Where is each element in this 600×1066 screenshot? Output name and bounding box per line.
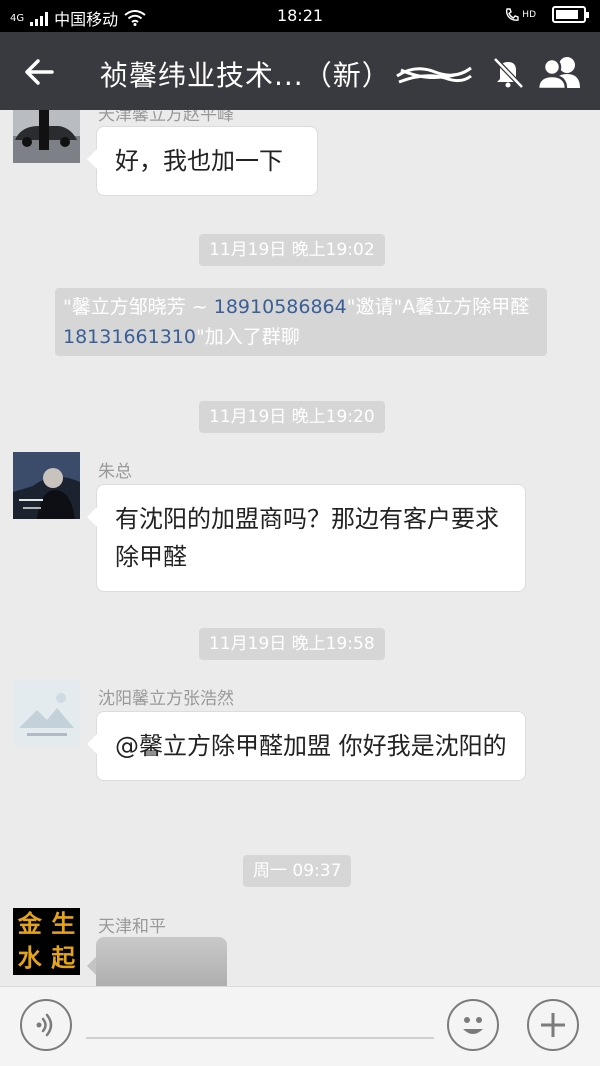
timestamp: 11月19日 晚上19:58 — [199, 628, 385, 660]
emoji-button[interactable] — [447, 999, 499, 1051]
avatar-char: 金 — [17, 910, 42, 938]
message-bubble[interactable]: 好，我也加一下 — [87, 126, 318, 196]
timestamp: 周一 09:37 — [243, 855, 352, 887]
chat-header: 祯馨纬业技术...（新） — [0, 32, 600, 110]
back-arrow-icon[interactable] — [18, 50, 62, 94]
redaction-scribble — [396, 66, 472, 84]
mute-icon[interactable] — [488, 52, 528, 92]
battery-icon — [552, 6, 589, 23]
phone-number-link[interactable]: 18910586864 — [214, 296, 347, 318]
voice-icon — [36, 1013, 53, 1037]
emoji-icon — [463, 1017, 483, 1034]
input-bar — [0, 986, 600, 1066]
message-list[interactable]: 天津馨立方赵平峰 好，我也加一下 11月19日 晚上19:02 "馨立方邹晓芳 … — [0, 110, 600, 986]
volte-indicator: HD — [504, 7, 536, 23]
message-bubble[interactable]: 有沈阳的加盟商吗？那边有客户要求除甲醛 — [87, 484, 526, 592]
system-message: "馨立方邹晓芳 ~ 18910586864"邀请"A馨立方除甲醛 18131661… — [55, 288, 547, 356]
sender-name: 天津馨立方赵平峰 — [98, 110, 234, 125]
voice-input-button[interactable] — [20, 999, 72, 1051]
phone-call-icon — [506, 7, 519, 21]
plus-icon — [541, 1013, 565, 1037]
photo-avatar — [13, 452, 80, 519]
timestamp: 11月19日 晚上19:02 — [199, 234, 385, 266]
avatar[interactable]: 金 生 水 起 — [13, 908, 80, 975]
avatar-calligraphy: 金 生 水 起 — [13, 908, 80, 975]
avatar[interactable] — [13, 110, 80, 163]
message-input[interactable] — [86, 1037, 434, 1039]
system-text: "馨立方邹晓芳 ~ — [63, 296, 214, 318]
sender-name: 天津和平 — [98, 917, 166, 937]
avatar[interactable] — [13, 452, 80, 519]
message-bubble[interactable]: @馨立方除甲醛加盟 你好我是沈阳的 — [87, 711, 526, 781]
chat-title[interactable]: 祯馨纬业技术...（新） — [100, 54, 391, 94]
avatar-char: 生 — [51, 910, 76, 938]
phone-number-link[interactable]: 18131661310 — [63, 326, 196, 348]
timestamp: 11月19日 晚上19:20 — [199, 401, 385, 433]
default-image-avatar[interactable] — [13, 680, 80, 747]
volte-label: HD — [522, 9, 536, 20]
image-message[interactable] — [87, 937, 227, 986]
status-right: HD — [504, 6, 589, 23]
car-photo-avatar — [13, 110, 80, 163]
status-bar: 4G 中国移动 18:21 HD — [0, 0, 600, 32]
avatar-char: 起 — [51, 943, 76, 972]
members-icon[interactable] — [534, 52, 586, 92]
system-text: "邀请"A馨立方除甲醛 — [346, 296, 530, 318]
avatar-char: 水 — [17, 943, 42, 972]
system-text: "加入了群聊 — [195, 326, 300, 348]
sender-name: 沈阳馨立方张浩然 — [98, 689, 234, 709]
sender-name: 朱总 — [98, 462, 132, 482]
landscape-placeholder-icon — [13, 680, 80, 747]
more-actions-button[interactable] — [527, 999, 579, 1051]
